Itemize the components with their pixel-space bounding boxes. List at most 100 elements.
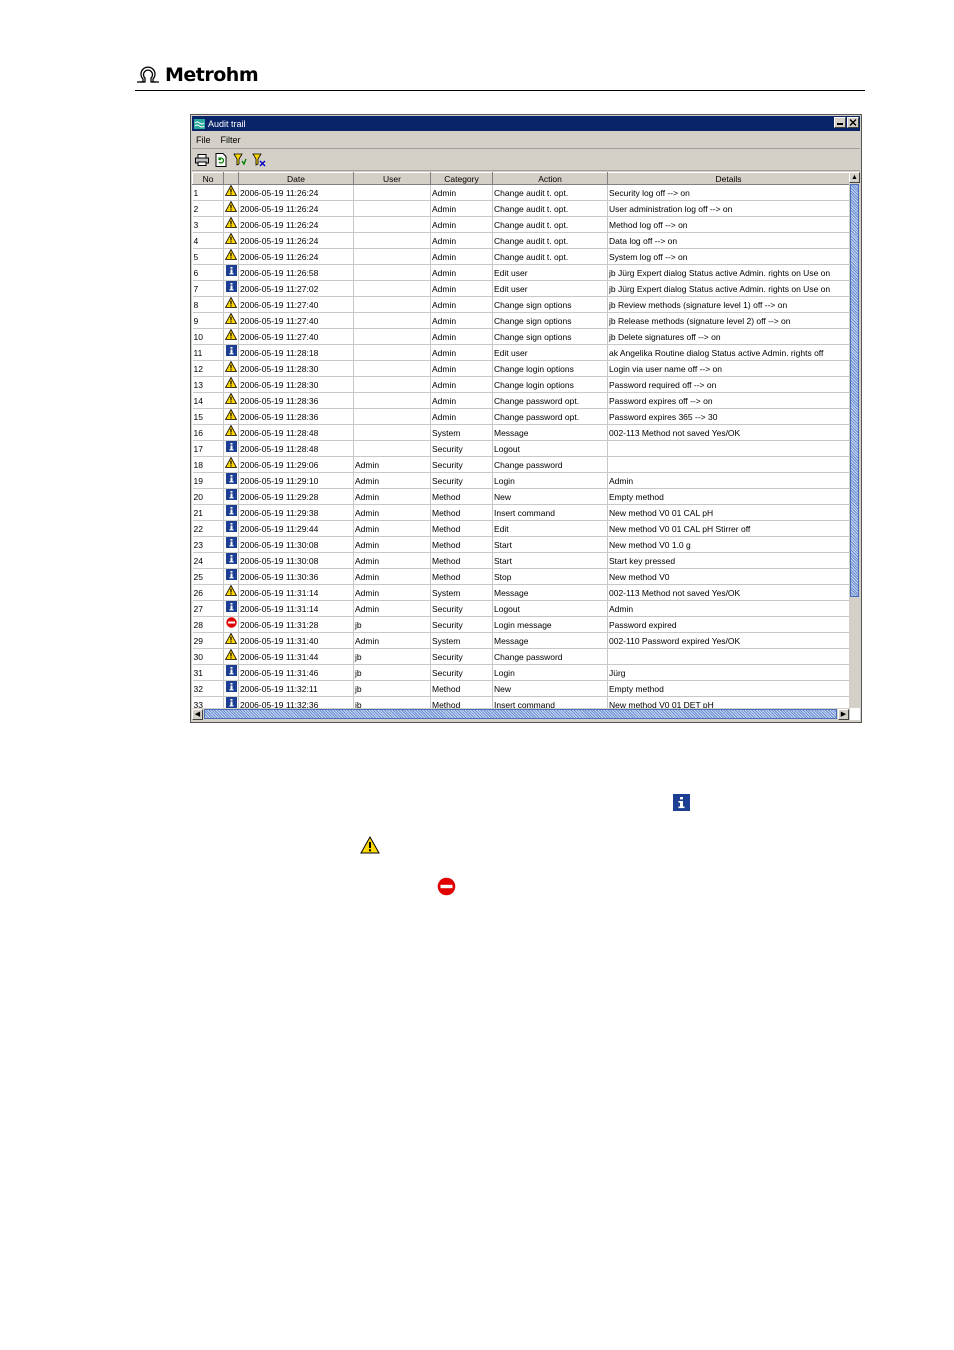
scroll-right-button[interactable]: ▶: [838, 709, 849, 720]
cell-no: 30: [192, 648, 224, 665]
cell-icon: [223, 440, 239, 457]
remove-filter-button[interactable]: [251, 152, 267, 168]
warning-icon: [224, 632, 238, 644]
info-icon: [225, 537, 237, 548]
cell-details: [607, 456, 850, 473]
table-row[interactable]: 26 2006-05-19 11:31:14 Admin System Message 0…: [192, 584, 850, 601]
info-icon: [225, 281, 237, 292]
cell-action: Change password: [492, 648, 608, 665]
vertical-scroll-thumb[interactable]: [850, 184, 859, 597]
table-row[interactable]: 27 2006-05-19 11:31:14 Admin Security Logout…: [192, 600, 850, 617]
table-row[interactable]: 21 2006-05-19 11:29:38 Admin Method Insert c…: [192, 504, 850, 521]
warning-icon: [224, 360, 238, 372]
cell-date: 2006-05-19 11:29:28: [238, 488, 354, 505]
menu-filter[interactable]: Filter: [221, 135, 241, 145]
cell-icon: [223, 680, 239, 697]
scroll-up-button[interactable]: ▲: [849, 172, 860, 183]
table-row[interactable]: 11 2006-05-19 11:28:18 Admin Edit user ak An…: [192, 344, 850, 361]
refresh-button[interactable]: [213, 152, 229, 168]
table-row[interactable]: 31 2006-05-19 11:31:46 jb Security Login Jürg: [192, 664, 850, 681]
table-row[interactable]: 23 2006-05-19 11:30:08 Admin Method Start New…: [192, 536, 850, 553]
cell-action: Start: [492, 552, 608, 569]
table-row[interactable]: 12 2006-05-19 11:28:30 Admin Change login o…: [192, 360, 850, 377]
vertical-scrollbar[interactable]: ▲: [849, 172, 860, 708]
cell-action: Message: [492, 424, 608, 441]
cell-user: [353, 200, 431, 217]
table-row[interactable]: 17 2006-05-19 11:28:48 Security Logout: [192, 440, 850, 457]
cell-no: 23: [192, 536, 224, 553]
cell-user: [353, 328, 431, 345]
table-row[interactable]: 32 2006-05-19 11:32:11 jb Method New Empty me…: [192, 680, 850, 697]
table-row[interactable]: 16 2006-05-19 11:28:48 System Message 002-11…: [192, 424, 850, 441]
menu-file[interactable]: File: [196, 135, 211, 145]
cell-no: 22: [192, 520, 224, 537]
cell-user: [353, 312, 431, 329]
table-row[interactable]: 2 2006-05-19 11:26:24 Admin Change audit t.…: [192, 200, 850, 217]
table-row[interactable]: 25 2006-05-19 11:30:36 Admin Method Stop New …: [192, 568, 850, 585]
column-header-user[interactable]: User: [353, 172, 431, 185]
warning-icon: [224, 408, 238, 420]
cell-icon: [223, 408, 239, 425]
cell-icon: [223, 632, 239, 649]
cell-details: [607, 648, 850, 665]
cell-details: Method log off --> on: [607, 216, 850, 233]
cell-no: 31: [192, 664, 224, 681]
table-row[interactable]: 13 2006-05-19 11:28:30 Admin Change login o…: [192, 376, 850, 393]
cell-no: 27: [192, 600, 224, 617]
cell-action: Logout: [492, 600, 608, 617]
cell-no: 7: [192, 280, 224, 297]
cell-date: 2006-05-19 11:32:11: [238, 680, 354, 697]
cell-date: 2006-05-19 11:31:46: [238, 664, 354, 681]
remove-filter-icon: [252, 153, 266, 167]
close-button[interactable]: [847, 117, 859, 128]
table-row[interactable]: 18 2006-05-19 11:29:06 Admin Security Change…: [192, 456, 850, 473]
table-row[interactable]: 28 2006-05-19 11:31:28 jb Security Login mes…: [192, 616, 850, 633]
info-icon: [225, 553, 237, 564]
table-row[interactable]: 3 2006-05-19 11:26:24 Admin Change audit t.…: [192, 216, 850, 233]
print-button[interactable]: [194, 152, 210, 168]
table-row[interactable]: 22 2006-05-19 11:29:44 Admin Method Edit New …: [192, 520, 850, 537]
table-row[interactable]: 1 2006-05-19 11:26:24 Admin Change audit t.…: [192, 184, 850, 201]
cell-user: Admin: [353, 632, 431, 649]
cell-category: Method: [430, 536, 493, 553]
cell-category: System: [430, 424, 493, 441]
table-row[interactable]: 14 2006-05-19 11:28:36 Admin Change passwor…: [192, 392, 850, 409]
filter-button[interactable]: [232, 152, 248, 168]
cell-details: Password expires 365 --> 30: [607, 408, 850, 425]
column-header-date[interactable]: Date: [238, 172, 354, 185]
table-row[interactable]: 7 2006-05-19 11:27:02 Admin Edit user jb Jür…: [192, 280, 850, 297]
table-row[interactable]: 29 2006-05-19 11:31:40 Admin System Message 0…: [192, 632, 850, 649]
window-titlebar: Audit trail: [192, 116, 860, 131]
minimize-button[interactable]: [834, 117, 846, 128]
audit-trail-window: Audit trail File Filter No Date User Cat…: [190, 114, 862, 723]
cell-details: jb Delete signatures off --> on: [607, 328, 850, 345]
cell-category: Admin: [430, 232, 493, 249]
table-row[interactable]: 30 2006-05-19 11:31:44 jb Security Change pa…: [192, 648, 850, 665]
table-row[interactable]: 20 2006-05-19 11:29:28 Admin Method New Empty…: [192, 488, 850, 505]
cell-action: Login message: [492, 616, 608, 633]
table-row[interactable]: 6 2006-05-19 11:26:58 Admin Edit user jb Jür…: [192, 264, 850, 281]
close-icon: [849, 119, 857, 126]
column-header-icon[interactable]: [223, 172, 239, 185]
table-row[interactable]: 8 2006-05-19 11:27:40 Admin Change sign opt…: [192, 296, 850, 313]
cell-action: Change sign options: [492, 296, 608, 313]
table-row[interactable]: 19 2006-05-19 11:29:10 Admin Security Login A…: [192, 472, 850, 489]
column-header-details[interactable]: Details: [607, 172, 850, 185]
column-header-action[interactable]: Action: [492, 172, 608, 185]
table-row[interactable]: 4 2006-05-19 11:26:24 Admin Change audit t.…: [192, 232, 850, 249]
cell-user: [353, 232, 431, 249]
table-row[interactable]: 24 2006-05-19 11:30:08 Admin Method Start Sta…: [192, 552, 850, 569]
cell-details: 002-110 Password expired Yes/OK: [607, 632, 850, 649]
table-row[interactable]: 10 2006-05-19 11:27:40 Admin Change sign op…: [192, 328, 850, 345]
column-header-category[interactable]: Category: [430, 172, 493, 185]
horizontal-scrollbar[interactable]: ◀ ▶: [192, 708, 849, 720]
table-row[interactable]: 5 2006-05-19 11:26:24 Admin Change audit t.…: [192, 248, 850, 265]
column-header-no[interactable]: No: [192, 172, 224, 185]
table-row[interactable]: 15 2006-05-19 11:28:36 Admin Change passwor…: [192, 408, 850, 425]
table-row[interactable]: 9 2006-05-19 11:27:40 Admin Change sign opt…: [192, 312, 850, 329]
app-icon: [194, 118, 205, 129]
scroll-left-button[interactable]: ◀: [192, 709, 203, 720]
warning-icon: [224, 296, 238, 308]
cell-user: [353, 440, 431, 457]
horizontal-scroll-thumb[interactable]: [204, 709, 837, 719]
